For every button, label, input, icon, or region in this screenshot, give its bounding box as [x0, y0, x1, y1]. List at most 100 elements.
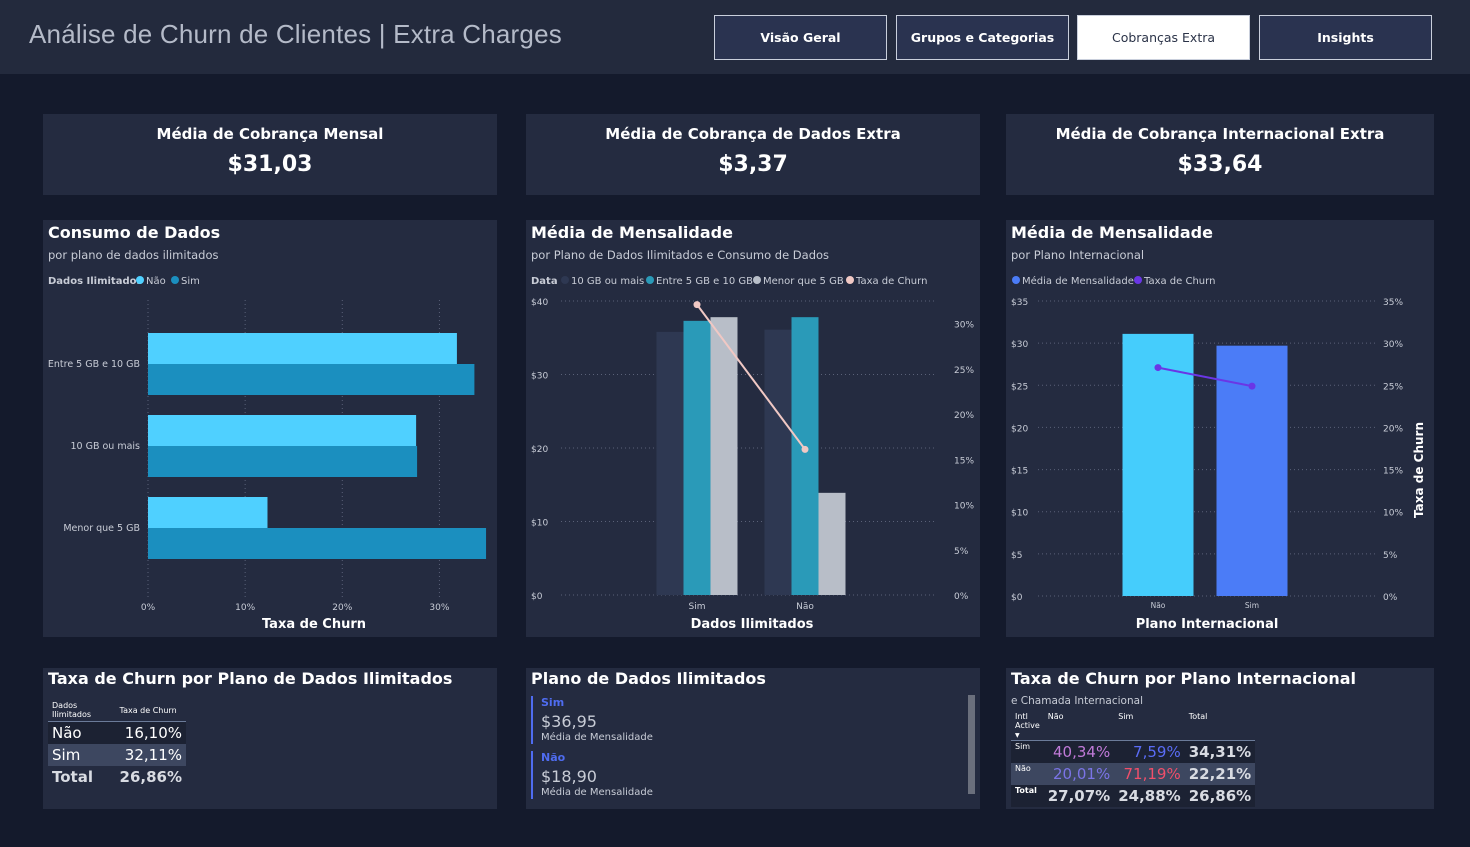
legend-marker-churn: [1134, 276, 1142, 284]
y-tick-label: $20: [1011, 424, 1028, 434]
y-tick-label: $35: [1011, 298, 1028, 308]
kpi-card-internacional-extra: Média de Cobrança Internacional Extra $3…: [1006, 114, 1434, 195]
total-label: Total: [1015, 785, 1037, 795]
churn-point[interactable]: [1154, 364, 1162, 372]
card-accent-bar: [531, 751, 533, 799]
tab-cobrancas-extra[interactable]: Cobranças Extra: [1077, 15, 1250, 60]
chart-consumo-dados: Consumo de Dados por plano de dados ilim…: [43, 220, 497, 637]
kpi-title: Média de Cobrança Mensal: [156, 125, 384, 143]
cell-value: 71,19%: [1123, 764, 1181, 783]
table-subtitle: e Chamada Internacional: [1011, 695, 1143, 707]
y2-tick-label: 15%: [954, 456, 974, 466]
cell-value: 40,34%: [1053, 742, 1111, 761]
row-label: Sim: [1015, 742, 1031, 751]
table-title: Taxa de Churn por Plano de Dados Ilimita…: [48, 669, 453, 688]
legend-label-5gb[interactable]: Menor que 5 GB: [763, 276, 844, 287]
total-value: 24,88%: [1118, 786, 1181, 805]
card-label: Sim: [541, 696, 565, 709]
y2-tick-label: 15%: [1383, 467, 1403, 477]
table-row: Sim 40,34% 7,59% 34,31%: [1011, 740, 1256, 763]
bar-sim[interactable]: [148, 446, 418, 477]
y2-tick-label: 20%: [954, 411, 974, 421]
tab-grupos-categorias[interactable]: Grupos e Categorias: [896, 15, 1069, 60]
column-header[interactable]: Taxa de Churn: [116, 699, 186, 722]
total-value: 26,86%: [1188, 786, 1252, 805]
y2-tick-label: 0%: [1383, 593, 1398, 603]
churn-point[interactable]: [801, 445, 809, 453]
column-header[interactable]: Dados Ilimitados: [48, 699, 116, 722]
mensalidade-svg: Data 10 GB ou mais Entre 5 GB e 10 GB Me…: [531, 276, 974, 632]
kpi-title: Média de Cobrança Internacional Extra: [1055, 125, 1385, 143]
bar-series-2[interactable]: [818, 492, 846, 595]
kpi-value: $31,03: [227, 152, 313, 177]
y2-tick-label: 0%: [954, 592, 969, 602]
legend-marker-nao: [136, 276, 144, 284]
y2-tick-label: 5%: [1383, 551, 1398, 561]
legend-marker-10gb: [561, 276, 569, 284]
table-total-row: Total 27,07% 24,88% 26,86%: [1011, 784, 1256, 807]
y-tick-label: $10: [1011, 509, 1028, 519]
bar-sim[interactable]: [148, 528, 487, 559]
tab-insights[interactable]: Insights: [1259, 15, 1432, 60]
bar-sim[interactable]: [148, 364, 475, 395]
legend-marker-churn: [846, 276, 854, 284]
total-label: Total: [52, 768, 93, 786]
y-tick-label: $40: [531, 298, 548, 308]
legend-label-5-10gb[interactable]: Entre 5 GB e 10 GB: [656, 276, 753, 287]
row-label: Sim: [52, 746, 81, 764]
table-header-row: Dados Ilimitados Taxa de Churn: [48, 699, 186, 722]
cell-value: 34,31%: [1188, 742, 1252, 761]
y2-axis-title: Taxa de Churn: [1412, 422, 1426, 518]
card-value: $18,90: [541, 767, 597, 786]
y-category-label: 10 GB ou mais: [70, 441, 140, 452]
y2-tick-label: 30%: [954, 321, 974, 331]
bar-series-1[interactable]: [683, 320, 711, 595]
scrollbar-thumb[interactable]: [968, 695, 975, 794]
y-tick-label: $30: [531, 372, 548, 382]
card-label: Não: [541, 751, 566, 764]
column-header[interactable]: Total: [1185, 711, 1255, 741]
consumo-svg: Dados Ilimitados Não Sim Entre 5 GB e 10…: [48, 276, 487, 632]
row-label: Não: [1015, 763, 1031, 773]
table-row: Não 16,10%: [48, 721, 186, 744]
legend-marker-5gb: [753, 276, 761, 284]
legend-label-10gb[interactable]: 10 GB ou mais: [571, 276, 644, 287]
table-churn-plano-internacional: Taxa de Churn por Plano Internacional e …: [1006, 668, 1434, 809]
corner-label: Intl Active: [1015, 712, 1040, 730]
table-churn-dados-ilimitados: Taxa de Churn por Plano de Dados Ilimita…: [43, 668, 497, 809]
legend-label-mensalidade[interactable]: Média de Mensalidade: [1022, 275, 1134, 287]
legend-label-sim[interactable]: Sim: [181, 276, 200, 287]
bar-não[interactable]: [148, 415, 417, 446]
sort-caret-icon: ▼: [1015, 732, 1020, 739]
y2-tick-label: 30%: [1383, 340, 1403, 350]
column-header-corner[interactable]: Intl Active ▼: [1011, 711, 1044, 741]
card-accent-bar: [531, 696, 533, 744]
churn-point[interactable]: [1248, 382, 1256, 390]
panel-title: Plano de Dados Ilimitados: [531, 669, 766, 688]
x-category-label: Não: [796, 602, 814, 612]
bar-series-1[interactable]: [791, 317, 819, 595]
y-tick-label: $0: [531, 592, 543, 602]
legend-label-churn[interactable]: Taxa de Churn: [1143, 276, 1215, 287]
chart-media-mensalidade: Média de Mensalidade por Plano de Dados …: [526, 220, 980, 637]
y-tick-label: $15: [1011, 467, 1028, 477]
tab-visao-geral[interactable]: Visão Geral: [714, 15, 887, 60]
column-header[interactable]: Não: [1044, 711, 1114, 741]
bar-series-0[interactable]: [656, 331, 684, 595]
cell-value: 20,01%: [1053, 764, 1111, 783]
bar-series-0[interactable]: [764, 329, 792, 595]
bar-não[interactable]: [148, 497, 268, 528]
churn-point[interactable]: [693, 301, 701, 309]
y-category-label: Menor que 5 GB: [63, 523, 140, 534]
bar-series-2[interactable]: [710, 317, 738, 595]
legend-label-nao[interactable]: Não: [146, 276, 166, 287]
y2-tick-label: 25%: [1383, 382, 1403, 392]
internacional-svg: Média de Mensalidade Taxa de Churn $0 $5 $…: [1011, 275, 1426, 632]
kpi-value: $33,64: [1177, 152, 1263, 177]
legend-label-churn[interactable]: Taxa de Churn: [855, 276, 927, 287]
column-header[interactable]: Sim: [1114, 711, 1184, 741]
card-caption: Média de Mensalidade: [541, 732, 653, 743]
bar-não[interactable]: [148, 333, 457, 364]
page-title: Análise de Churn de Clientes | Extra Cha…: [29, 19, 562, 49]
y-tick-label: $20: [531, 445, 548, 455]
